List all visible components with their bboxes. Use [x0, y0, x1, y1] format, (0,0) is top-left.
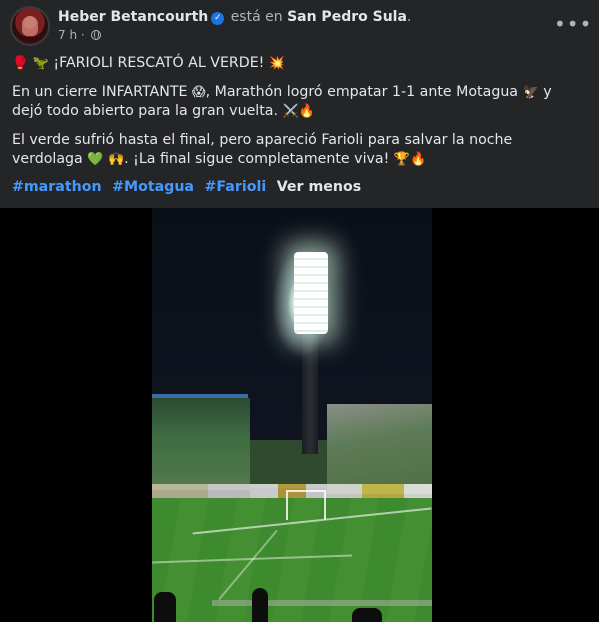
crowd-silhouettes — [152, 586, 432, 622]
dinosaur-icon: 🦖 — [32, 56, 49, 71]
eagle-icon: 🦅 — [522, 85, 539, 100]
avatar-face — [22, 16, 38, 36]
more-options-icon: ••• — [554, 12, 593, 36]
fire-icon: 🔥 — [298, 104, 315, 119]
explosion-icon: 💥 — [268, 56, 286, 71]
location-prefix: está en — [230, 9, 283, 25]
hashtag-link[interactable]: #Farioli — [205, 179, 267, 195]
author-name[interactable]: Heber Betancourth — [58, 9, 208, 25]
green-heart-icon: 💚 — [87, 152, 104, 167]
raising-hands-icon: 🙌 — [107, 152, 125, 167]
meta-separator: · — [80, 28, 85, 42]
paragraph-1-text-a: En un cierre INFARTANTE — [12, 84, 188, 100]
fire-icon: 🔥 — [410, 152, 427, 167]
post-header: Heber Betancourth ✓ está en San Pedro Sul… — [10, 6, 591, 46]
see-less-link[interactable]: Ver menos — [277, 179, 361, 195]
boxing-glove-icon: 🥊 — [12, 56, 29, 71]
location-period: . — [406, 9, 412, 25]
paragraph-2: El verde sufrió hasta el final, pero apa… — [12, 131, 582, 169]
location-link[interactable]: San Pedro Sula — [287, 9, 407, 25]
post-title-line: 🥊 🦖 ¡FARIOLI RESCATÓ AL VERDE! 💥 — [12, 54, 582, 73]
crossed-swords-icon: ⚔️ — [282, 104, 299, 119]
post-timestamp[interactable]: 7 h — [58, 28, 77, 42]
stadium-video[interactable] — [152, 208, 432, 622]
crowd-hand — [252, 588, 268, 622]
post-media[interactable] — [0, 208, 599, 622]
facebook-post: Heber Betancourth ✓ está en San Pedro Sul… — [0, 0, 599, 622]
center-stand — [250, 440, 330, 488]
verified-badge-icon: ✓ — [211, 12, 225, 25]
paragraph-1-text-b: , Marathón logró empatar 1-1 ante Motagu… — [205, 84, 519, 100]
crowd-hand — [352, 608, 382, 622]
globe-icon[interactable] — [90, 30, 101, 40]
trophy-icon: 🏆 — [393, 152, 410, 167]
hashtag-link[interactable]: #Motagua — [112, 179, 194, 195]
screaming-face-icon: 😱 — [192, 85, 206, 100]
more-options-button[interactable]: ••• — [554, 10, 591, 42]
floodlight — [294, 252, 328, 334]
post-text: 🥊 🦖 ¡FARIOLI RESCATÓ AL VERDE! 💥 En un c… — [12, 54, 582, 197]
hashtag-link[interactable]: #marathon — [12, 179, 102, 195]
hashtag-line: #marathon #Motagua #Farioli Ver menos — [12, 178, 582, 197]
post-meta: 7 h · — [58, 28, 101, 42]
left-stand — [152, 398, 250, 490]
paragraph-1: En un cierre INFARTANTE 😱, Marathón logr… — [12, 83, 582, 121]
crowd-hand — [154, 592, 176, 622]
post-title: ¡FARIOLI RESCATÓ AL VERDE! — [53, 55, 265, 71]
author-avatar[interactable] — [10, 6, 50, 46]
author-line: Heber Betancourth ✓ está en San Pedro Sul… — [58, 9, 411, 25]
right-stand — [327, 404, 432, 494]
paragraph-2-text-b: . ¡La final sigue completamente viva! — [124, 151, 390, 167]
goal-frame — [286, 490, 326, 520]
